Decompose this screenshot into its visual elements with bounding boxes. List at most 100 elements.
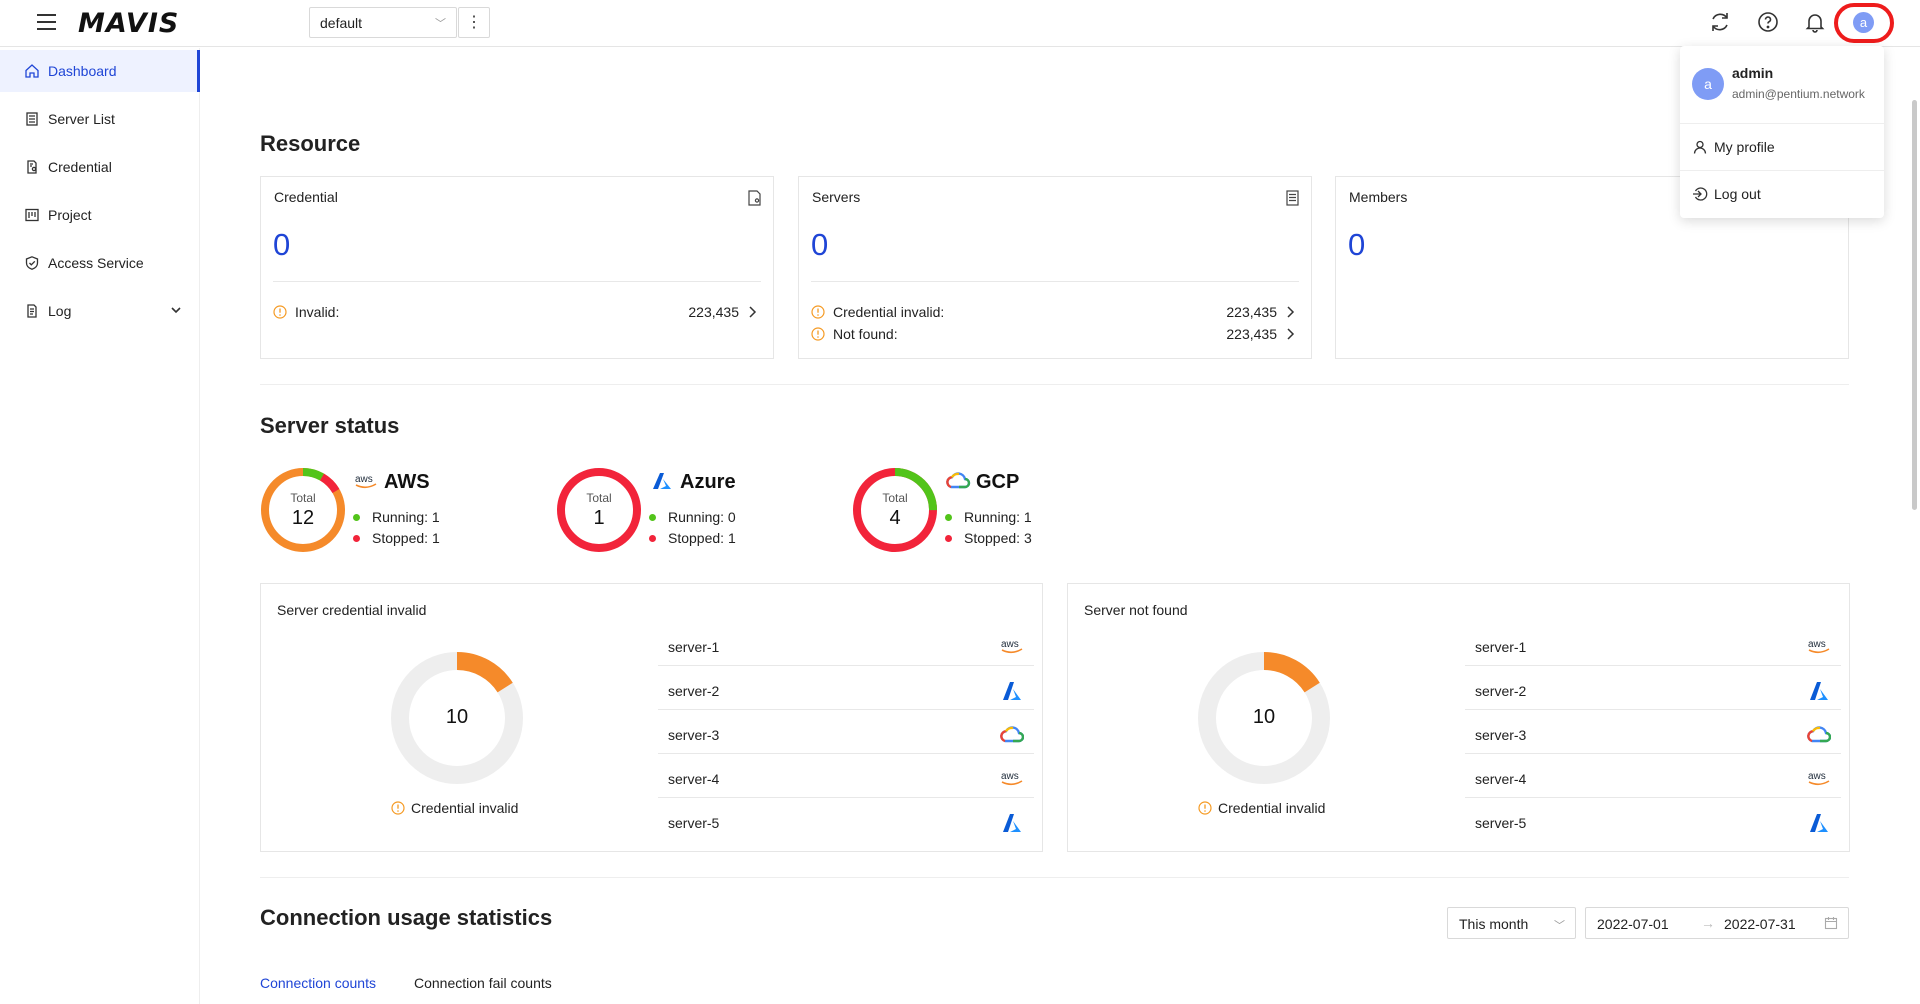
svg-text:aws: aws (1001, 771, 1019, 782)
tab-connection-fail-counts[interactable]: Connection fail counts (414, 975, 552, 991)
sidebar-item-label: Project (48, 207, 92, 223)
running-dot (649, 514, 656, 521)
list-item[interactable]: server-2 (658, 666, 1034, 710)
running-text: Running: 1 (372, 509, 440, 525)
stopped-text: Stopped: 1 (372, 530, 440, 546)
user-email: admin@pentium.network (1732, 87, 1865, 101)
sidebar-item-access-service[interactable]: Access Service (0, 242, 200, 284)
svg-text:aws: aws (355, 474, 373, 485)
status-gcp: Total 4 GCP Running: 1 Stopped: 3 (852, 467, 1112, 557)
list-item[interactable]: server-3 (658, 710, 1034, 754)
sidebar-item-project[interactable]: Project (0, 194, 200, 236)
project-more-button[interactable]: ⋮ (458, 7, 490, 38)
date-range-picker[interactable]: 2022-07-01 → 2022-07-31 (1585, 907, 1849, 939)
server-list: server-1 aws server-2 server-3 server-4 … (658, 622, 1034, 842)
svg-text:aws: aws (1808, 639, 1826, 650)
menu-item-label: My profile (1714, 139, 1775, 155)
sidebar-item-label: Log (48, 303, 72, 319)
avatar: a (1692, 68, 1724, 100)
home-icon (25, 64, 39, 78)
bell-icon[interactable] (1803, 10, 1827, 34)
running-count: Running: 0 (649, 509, 736, 525)
range-selector[interactable]: This month ﹀ (1447, 907, 1576, 939)
running-dot (945, 514, 952, 521)
stopped-count: Stopped: 3 (945, 530, 1032, 546)
warning-icon (811, 327, 825, 341)
chevron-down-icon[interactable] (170, 304, 182, 316)
server-name: server-5 (668, 815, 720, 831)
refresh-icon[interactable] (1708, 10, 1732, 34)
my-profile-menu-item[interactable]: My profile (1692, 139, 1775, 155)
connection-usage-title: Connection usage statistics (260, 905, 553, 930)
log-out-menu-item[interactable]: Log out (1692, 186, 1761, 202)
server-name: server-2 (1475, 683, 1527, 699)
tab-connection-counts[interactable]: Connection counts (260, 975, 376, 991)
legend-label: Credential invalid (1218, 800, 1326, 816)
card-row[interactable]: Invalid: 223,435 (273, 303, 761, 323)
user-name: admin (1732, 65, 1774, 81)
sidebar-item-log[interactable]: Log (0, 290, 200, 332)
calendar-icon (1824, 917, 1838, 930)
chevron-right-icon[interactable] (1285, 303, 1297, 321)
legend-label: Credential invalid (411, 800, 519, 816)
card-title: Credential (274, 189, 338, 205)
stopped-text: Stopped: 3 (964, 530, 1032, 546)
svg-text:aws: aws (1001, 639, 1019, 650)
credential-card: Credential 0 Invalid: 223,435 (260, 176, 774, 359)
list-item[interactable]: server-4 aws (1465, 754, 1841, 798)
list-item[interactable]: server-1 aws (1465, 622, 1841, 666)
range-selector-value: This month (1459, 916, 1529, 932)
stopped-dot (945, 535, 952, 542)
app-logo[interactable]: MAVIS (78, 8, 179, 39)
menu-icon[interactable] (37, 14, 56, 30)
row-label: Credential invalid: (833, 304, 945, 320)
user-menu-dropdown: a admin admin@pentium.network My profile… (1680, 46, 1884, 218)
provider-name: AWS (384, 471, 430, 493)
help-icon[interactable] (1756, 10, 1780, 34)
server-list: server-1 aws server-2 server-3 server-4 … (1465, 622, 1841, 842)
server-status-title: Server status (260, 413, 400, 438)
list-item[interactable]: server-4 aws (658, 754, 1034, 798)
server-name: server-3 (1475, 727, 1527, 743)
card-row[interactable]: Credential invalid: 223,435 (811, 303, 1299, 323)
card-value: 0 (811, 227, 829, 262)
scrollbar[interactable] (1912, 100, 1917, 510)
card-row[interactable]: Not found: 223,435 (811, 325, 1299, 345)
list-item[interactable]: server-1 aws (658, 622, 1034, 666)
status-azure: Total 1 Azure Running: 0 Stopped: 1 (556, 467, 816, 557)
chevron-right-icon[interactable] (747, 303, 759, 321)
list-item[interactable]: server-2 (1465, 666, 1841, 710)
divider (811, 281, 1299, 282)
total-label: Total (586, 491, 612, 505)
aws-logo-icon: aws (1001, 639, 1023, 654)
running-count: Running: 1 (353, 509, 440, 525)
total-value: 1 (593, 507, 605, 529)
aws-logo-icon: aws (1808, 771, 1830, 786)
date-from[interactable]: 2022-07-01 (1597, 916, 1669, 932)
list-item[interactable]: server-5 (658, 798, 1034, 842)
sidebar-item-dashboard[interactable]: Dashboard (0, 50, 200, 92)
azure-logo-icon (1003, 682, 1021, 700)
card-value: 0 (1348, 227, 1366, 262)
warning-icon (391, 801, 405, 815)
log-icon (27, 304, 37, 318)
row-value: 223,435 (1226, 304, 1277, 320)
shield-icon (25, 256, 39, 270)
chevron-right-icon[interactable] (1285, 325, 1297, 343)
list-item[interactable]: server-5 (1465, 798, 1841, 842)
row-value: 223,435 (1226, 326, 1277, 342)
date-to[interactable]: 2022-07-31 (1724, 916, 1796, 932)
section-divider (260, 384, 1849, 385)
list-item[interactable]: server-3 (1465, 710, 1841, 754)
menu-item-label: Log out (1714, 186, 1761, 202)
credential-icon (748, 190, 761, 206)
user-icon (1693, 140, 1707, 154)
sidebar-item-credential[interactable]: Credential (0, 146, 200, 188)
aws-logo-icon: aws (355, 474, 377, 489)
card-title: Members (1349, 189, 1408, 205)
stopped-count: Stopped: 1 (649, 530, 736, 546)
project-selector[interactable]: default ﹀ (309, 7, 457, 38)
sidebar-item-server-list[interactable]: Server List (0, 98, 200, 140)
sidebar-item-label: Access Service (48, 255, 144, 271)
sidebar-item-label: Credential (48, 159, 112, 175)
